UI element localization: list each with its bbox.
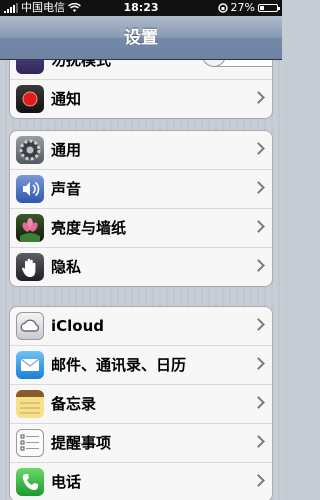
row-label: 提醒事项: [51, 434, 112, 452]
row-label: 邮件、通讯录、日历: [51, 356, 187, 374]
page-title: 设置: [124, 28, 158, 48]
general-gear-icon: [16, 136, 44, 164]
row-label: 通知: [51, 90, 82, 108]
chevron-right-icon: [252, 318, 265, 331]
wallpaper-flower-icon: [16, 214, 44, 242]
toggle-knob: [202, 60, 226, 67]
row-mail-contacts-calendars[interactable]: 邮件、通讯录、日历: [10, 345, 272, 384]
phone-icon: [16, 468, 44, 496]
row-label: 亮度与墙纸: [51, 219, 127, 237]
privacy-hand-icon: [16, 253, 44, 281]
chevron-right-icon: [252, 259, 265, 272]
row-label: 备忘录: [51, 395, 97, 413]
mail-icon: [16, 351, 44, 379]
settings-list[interactable]: 勿扰模式 通知 通用 声音 亮度与墙纸 隐私 iCloud 邮件、通讯录、日历 …: [0, 60, 282, 500]
chevron-right-icon: [252, 220, 265, 233]
row-label: 隐私: [51, 258, 82, 276]
battery-fill: [260, 6, 264, 10]
settings-group-apps: iCloud 邮件、通讯录、日历 备忘录 提醒事项 电话: [9, 306, 273, 500]
battery-percent: 27%: [230, 1, 255, 14]
row-label: iCloud: [51, 317, 105, 335]
row-label: 勿扰模式: [51, 60, 112, 69]
row-notes[interactable]: 备忘录: [10, 384, 272, 423]
row-phone[interactable]: 电话: [10, 462, 272, 500]
do-not-disturb-toggle[interactable]: [202, 60, 272, 67]
sound-speaker-icon: [16, 175, 44, 203]
row-do-not-disturb[interactable]: 勿扰模式: [10, 60, 272, 79]
reminders-icon: [16, 429, 44, 457]
row-label: 声音: [51, 180, 82, 198]
moon-icon: [16, 60, 44, 74]
chevron-right-icon: [252, 142, 265, 155]
row-label: 电话: [51, 473, 82, 491]
row-sounds[interactable]: 声音: [10, 169, 272, 208]
status-bar: 中国电信 18:23 27%: [0, 0, 282, 16]
row-general[interactable]: 通用: [10, 131, 272, 169]
chevron-right-icon: [252, 435, 265, 448]
icloud-icon: [16, 312, 44, 340]
row-privacy[interactable]: 隐私: [10, 247, 272, 286]
row-label: 通用: [51, 141, 82, 159]
row-icloud[interactable]: iCloud: [10, 307, 272, 345]
notes-icon: [16, 390, 44, 418]
row-brightness-wallpaper[interactable]: 亮度与墙纸: [10, 208, 272, 247]
notifications-icon: [16, 85, 44, 113]
status-right: 27%: [217, 0, 280, 16]
navigation-bar: 设置: [0, 16, 282, 60]
orientation-lock-icon: [217, 3, 228, 13]
chevron-right-icon: [252, 181, 265, 194]
chevron-right-icon: [252, 91, 265, 104]
settings-group-top: 勿扰模式 通知: [9, 60, 273, 119]
battery-icon: [258, 4, 280, 12]
settings-group-general: 通用 声音 亮度与墙纸 隐私: [9, 130, 273, 287]
chevron-right-icon: [252, 396, 265, 409]
row-reminders[interactable]: 提醒事项: [10, 423, 272, 462]
chevron-right-icon: [252, 474, 265, 487]
chevron-right-icon: [252, 357, 265, 370]
row-notifications[interactable]: 通知: [10, 79, 272, 118]
